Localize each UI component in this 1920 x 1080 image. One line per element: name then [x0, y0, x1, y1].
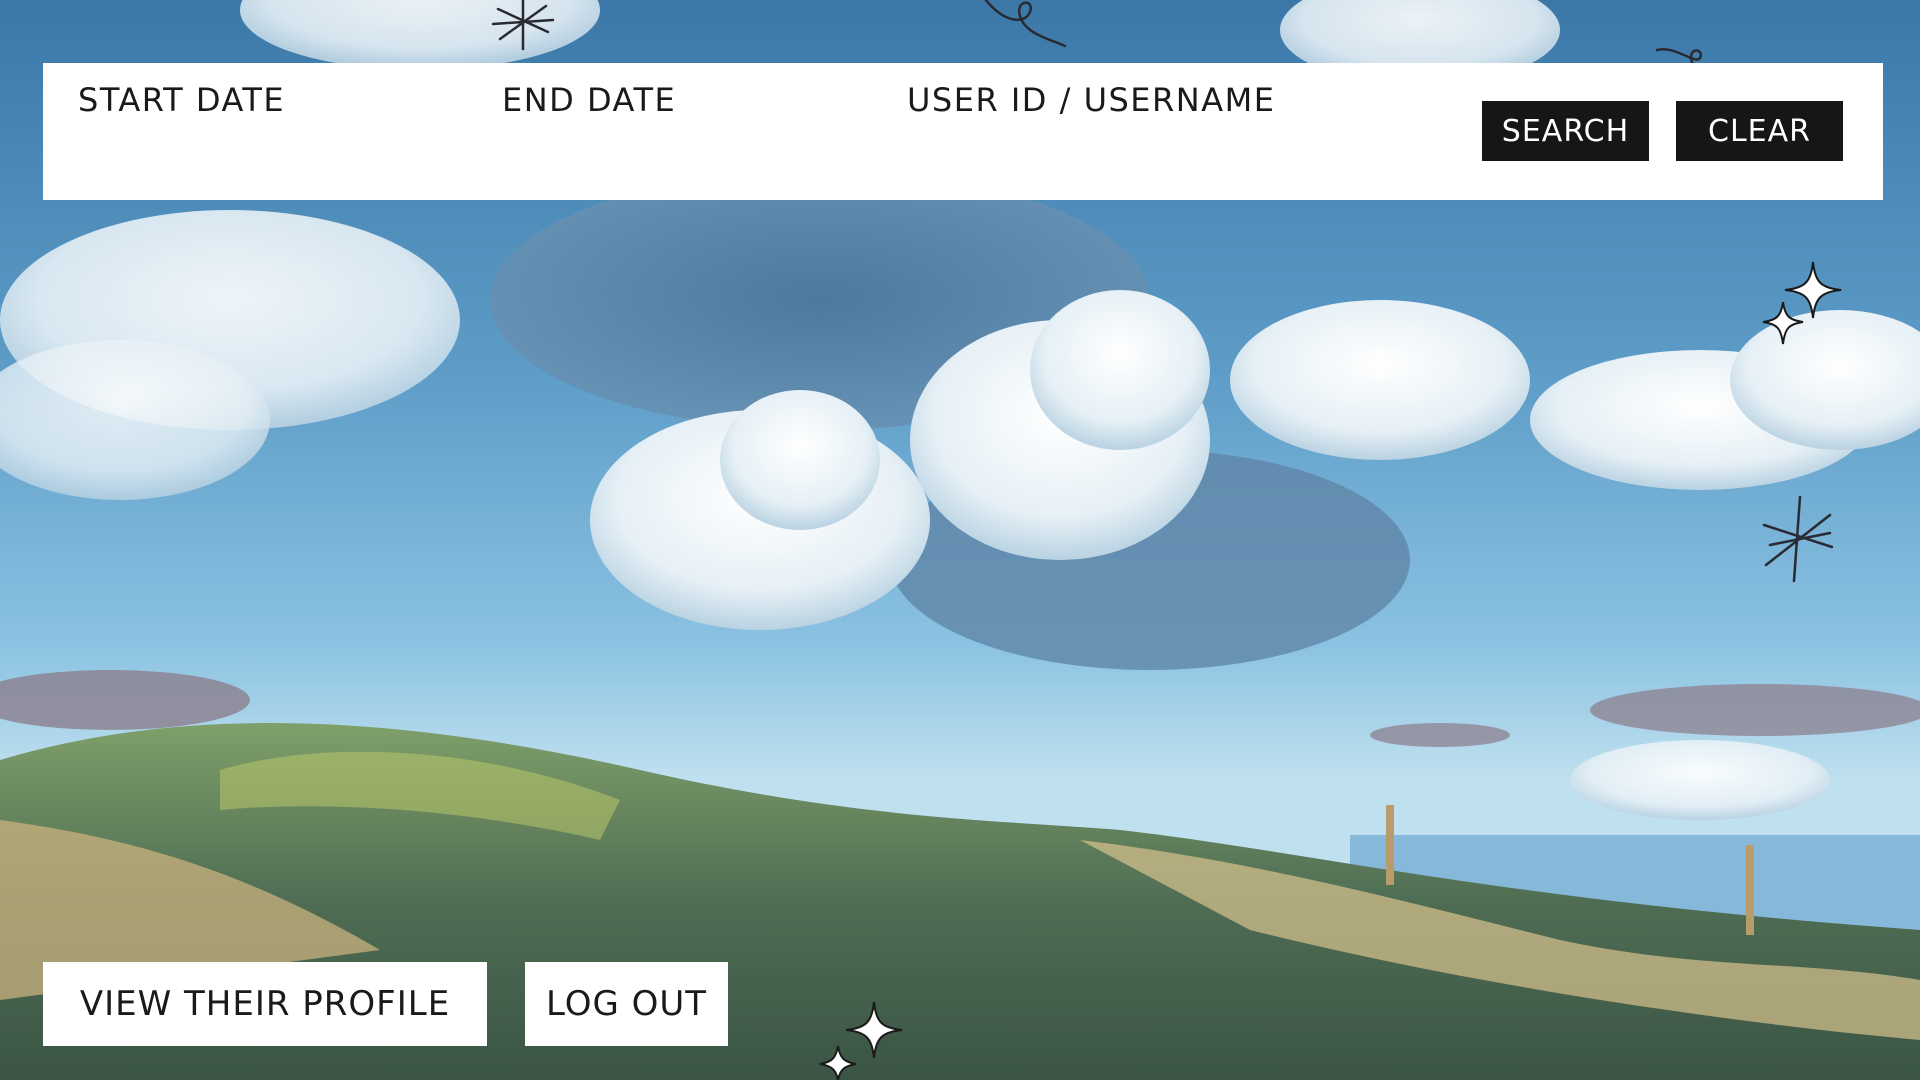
log-out-button[interactable]: LOG OUT	[525, 962, 728, 1046]
page: START DATE END DATE USER ID / USERNAME S…	[0, 0, 1920, 1080]
user-id-input[interactable]	[907, 127, 1431, 179]
asterisk-icon	[1762, 495, 1834, 583]
view-profile-button[interactable]: VIEW THEIR PROFILE	[43, 962, 487, 1046]
start-date-label: START DATE	[78, 81, 286, 119]
sparkle-icon	[1762, 261, 1842, 345]
clear-button[interactable]: CLEAR	[1676, 101, 1843, 161]
start-date-input[interactable]	[78, 127, 462, 179]
search-button[interactable]: SEARCH	[1482, 101, 1649, 161]
search-filter-panel: START DATE END DATE USER ID / USERNAME S…	[43, 63, 1883, 200]
swirl-icon	[984, 0, 1067, 48]
sparkle-icon	[819, 1001, 903, 1080]
user-id-label: USER ID / USERNAME	[907, 81, 1276, 119]
end-date-input[interactable]	[502, 127, 886, 179]
end-date-label: END DATE	[502, 81, 677, 119]
asterisk-icon	[491, 0, 555, 51]
